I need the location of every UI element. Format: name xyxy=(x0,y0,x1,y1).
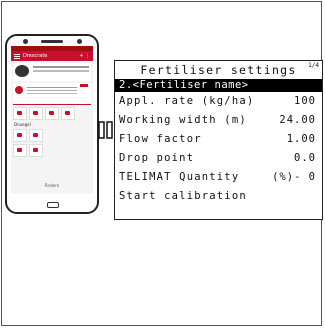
tile-row xyxy=(13,144,91,157)
tile-row xyxy=(13,107,91,120)
page-indicator: 1/4 xyxy=(308,62,319,69)
row-label: Appl. rate (kg/ha) xyxy=(119,95,255,107)
row-value: 0.0 xyxy=(294,152,316,164)
smartphone: Drescrate + ⋮ Dnuegel Ändern xyxy=(5,34,99,214)
menu-row-start-calibration[interactable]: Start calibration xyxy=(115,187,322,206)
row-label: Flow factor xyxy=(119,133,202,145)
tile-item[interactable] xyxy=(61,107,75,120)
menu-row-flow-factor[interactable]: Flow factor 1.00 xyxy=(115,130,322,149)
tab-row[interactable] xyxy=(13,98,91,105)
screen-title: Fertiliser settings 1/4 xyxy=(115,61,322,79)
tile-item[interactable] xyxy=(29,144,43,157)
tile-item[interactable] xyxy=(29,129,43,142)
speaker-icon xyxy=(41,40,63,43)
fertiliser-info xyxy=(27,87,77,88)
terminal-display: Fertiliser settings 1/4 2.<Fertiliser na… xyxy=(114,60,323,220)
tile-item[interactable] xyxy=(45,107,59,120)
row-label: TELIMAT Quantity xyxy=(119,171,240,183)
machine-card[interactable] xyxy=(13,63,91,81)
row-value: 24.00 xyxy=(279,114,316,126)
menu-row-drop-point[interactable]: Drop point 0.0 xyxy=(115,149,322,168)
tile-item[interactable] xyxy=(13,107,27,120)
tile-item[interactable] xyxy=(13,144,27,157)
row-label: Start calibration xyxy=(119,190,247,202)
app-title: Drescrate xyxy=(23,53,48,59)
camera-icon xyxy=(23,39,28,44)
row-label: Drop point xyxy=(119,152,195,164)
bottom-action[interactable]: Ändern xyxy=(11,183,93,188)
status-badge xyxy=(80,84,88,87)
screen-title-text: Fertiliser settings xyxy=(140,63,297,77)
menu-row-telimat-quantity[interactable]: TELIMAT Quantity (%)- 0 xyxy=(115,168,322,187)
fertiliser-icon xyxy=(15,86,23,94)
menu-row-working-width[interactable]: Working width (m) 24.00 xyxy=(115,111,322,130)
hamburger-menu-icon[interactable] xyxy=(14,54,20,55)
app-actions[interactable]: + ⋮ xyxy=(79,51,90,61)
menu-row-appl-rate[interactable]: Appl. rate (kg/ha) 100 xyxy=(115,92,322,111)
tile-row xyxy=(13,129,91,142)
app-bar: Drescrate + ⋮ xyxy=(11,51,93,61)
row-value: 1.00 xyxy=(286,133,316,145)
section-label: Dnuegel xyxy=(14,122,31,127)
row-value: (%)- 0 xyxy=(272,171,316,183)
row-label: Working width (m) xyxy=(119,114,247,126)
tile-item[interactable] xyxy=(29,107,43,120)
selected-fertiliser[interactable]: 2.<Fertiliser name> xyxy=(115,79,322,92)
tile-item[interactable] xyxy=(13,129,27,142)
sensor-icon xyxy=(77,39,82,44)
home-button[interactable] xyxy=(47,202,59,208)
phone-screen: Drescrate + ⋮ Dnuegel Ändern xyxy=(11,46,93,194)
machine-info xyxy=(33,66,89,68)
spreader-icon xyxy=(15,65,29,77)
fertiliser-card[interactable] xyxy=(13,83,91,97)
row-value: 100 xyxy=(294,95,316,107)
illustration-frame: Drescrate + ⋮ Dnuegel Ändern Fertiliser … xyxy=(1,1,323,326)
